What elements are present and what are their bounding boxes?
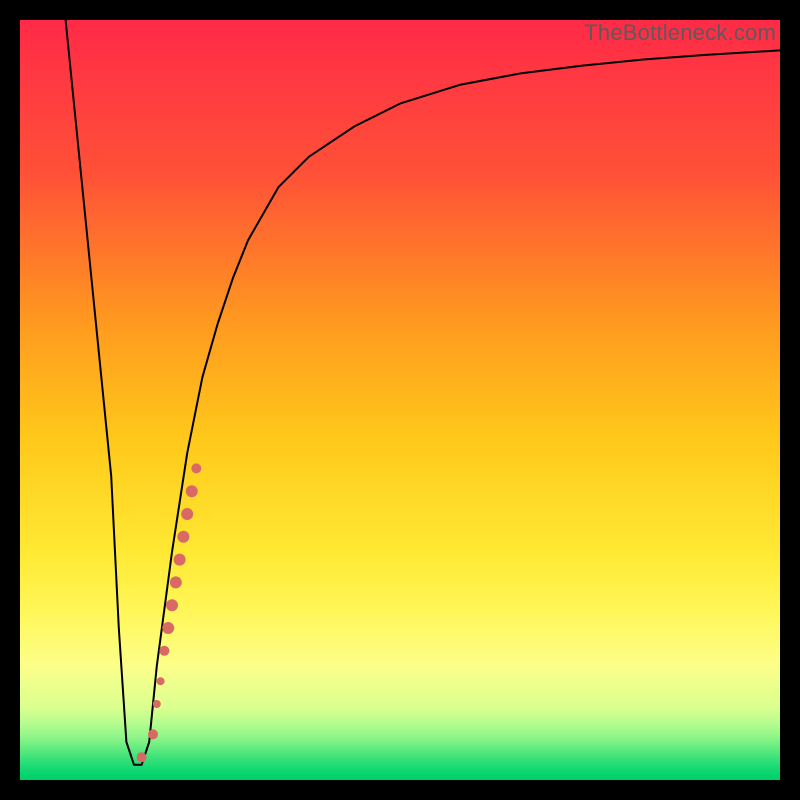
sample-dot — [137, 752, 147, 762]
sample-dot — [166, 599, 178, 611]
sample-dot — [177, 531, 189, 543]
sample-dot — [174, 554, 186, 566]
sample-dot — [157, 677, 165, 685]
sample-dot — [191, 463, 201, 473]
sample-dot — [181, 508, 193, 520]
sample-dot — [153, 700, 161, 708]
sample-dot — [159, 646, 169, 656]
sample-dot — [186, 485, 198, 497]
sample-dot — [148, 729, 158, 739]
sample-dot — [162, 622, 174, 634]
chart-frame: TheBottleneck.com — [0, 0, 800, 800]
chart-overlay — [20, 20, 780, 780]
bottleneck-curve — [66, 20, 780, 765]
plot-area: TheBottleneck.com — [20, 20, 780, 780]
sample-dot — [170, 576, 182, 588]
